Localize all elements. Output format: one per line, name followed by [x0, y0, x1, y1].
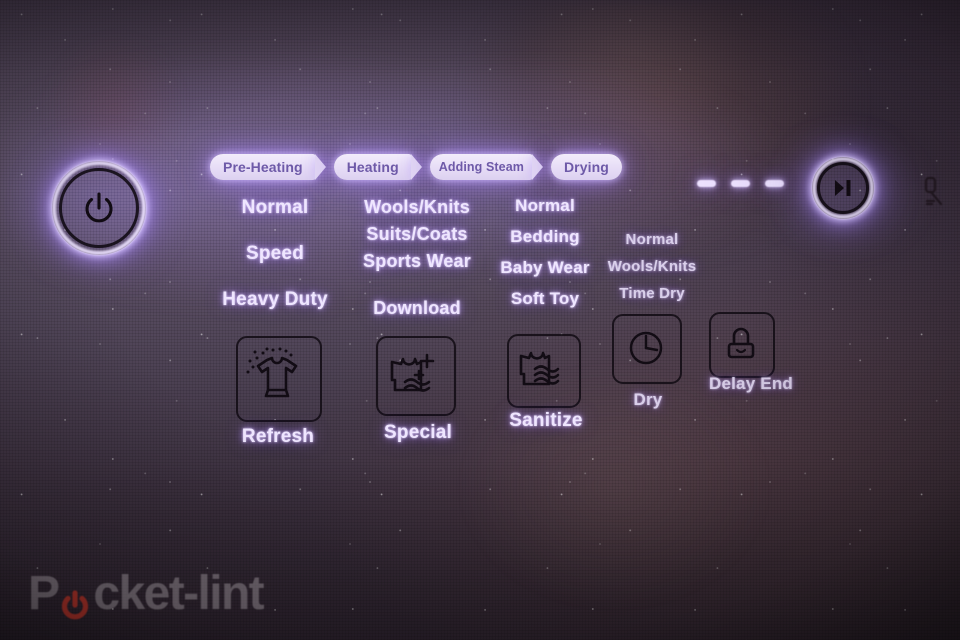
padlock-icon	[727, 327, 755, 359]
special-button-label: Special	[384, 422, 452, 443]
shirt-waves-icon	[519, 351, 560, 386]
watermark-text-after: cket-lint	[93, 567, 264, 620]
option-sanitize-normal: Normal	[515, 196, 575, 215]
shirt-sparkle-icon	[246, 347, 298, 398]
status-chip-adding-steam: Adding Steam	[429, 154, 533, 180]
option-special-download: Download	[373, 298, 461, 318]
option-sanitize-baby-wear: Baby Wear	[500, 258, 590, 277]
status-chip-heating: Heating	[333, 154, 412, 180]
special-option-list: Wools/Knits Suits/Coats Sports Wear Down…	[352, 198, 482, 317]
option-special-sports-wear: Sports Wear	[363, 251, 471, 271]
option-refresh-speed: Speed	[245, 243, 305, 264]
sanitize-option-list: Normal Bedding Baby Wear Soft Toy	[490, 197, 600, 307]
power-button[interactable]	[52, 161, 146, 255]
option-dry-normal: Normal	[625, 231, 679, 248]
display-segment-3	[765, 180, 784, 187]
delay-end-button[interactable]: Delay End	[709, 312, 793, 412]
watermark-power-icon	[58, 580, 92, 619]
option-refresh-heavy-duty: Heavy Duty	[222, 289, 328, 310]
status-chip-row: Pre-Heating Heating Adding Steam Drying	[210, 154, 622, 180]
refresh-option-list: Normal Speed Heavy Duty	[215, 198, 335, 309]
special-button[interactable]: Special	[373, 336, 463, 448]
status-chip-pre-heating: Pre-Heating	[210, 154, 316, 180]
option-sanitize-bedding: Bedding	[510, 227, 580, 246]
dry-button-label: Dry	[633, 390, 663, 409]
power-icon	[52, 161, 146, 255]
option-special-suits-coats: Suits/Coats	[366, 224, 468, 244]
clock-icon	[629, 331, 663, 365]
display-segment-2	[731, 180, 750, 187]
hanger-icon	[924, 176, 943, 206]
status-chip-drying: Drying	[550, 154, 622, 180]
option-dry-wools-knits: Wools/Knits	[607, 258, 697, 275]
dry-option-list: Normal Wools/Knits Time Dry	[600, 232, 704, 301]
shirt-waves-plus-icon	[390, 353, 435, 392]
option-dry-time-dry: Time Dry	[619, 285, 685, 302]
refresh-button-label: Refresh	[241, 426, 315, 447]
styler-control-panel: Pre-Heating Heating Adding Steam Drying …	[0, 0, 960, 640]
pocket-lint-watermark: P cket-lint	[28, 566, 265, 621]
watermark-text-before: P	[28, 567, 60, 620]
sanitize-button-label: Sanitize	[509, 410, 583, 431]
option-sanitize-soft-toy: Soft Toy	[510, 289, 580, 308]
sanitize-button[interactable]: Sanitize	[503, 334, 589, 444]
option-special-wools-knits: Wools/Knits	[364, 197, 470, 217]
dry-button[interactable]: Dry	[612, 314, 684, 418]
display-segment-1	[697, 180, 716, 187]
option-refresh-normal: Normal	[241, 197, 309, 218]
delay-end-button-label: Delay End	[709, 374, 793, 393]
refresh-button[interactable]: Refresh	[232, 336, 324, 448]
start-pause-button[interactable]	[812, 157, 874, 219]
play-pause-icon	[812, 157, 874, 219]
